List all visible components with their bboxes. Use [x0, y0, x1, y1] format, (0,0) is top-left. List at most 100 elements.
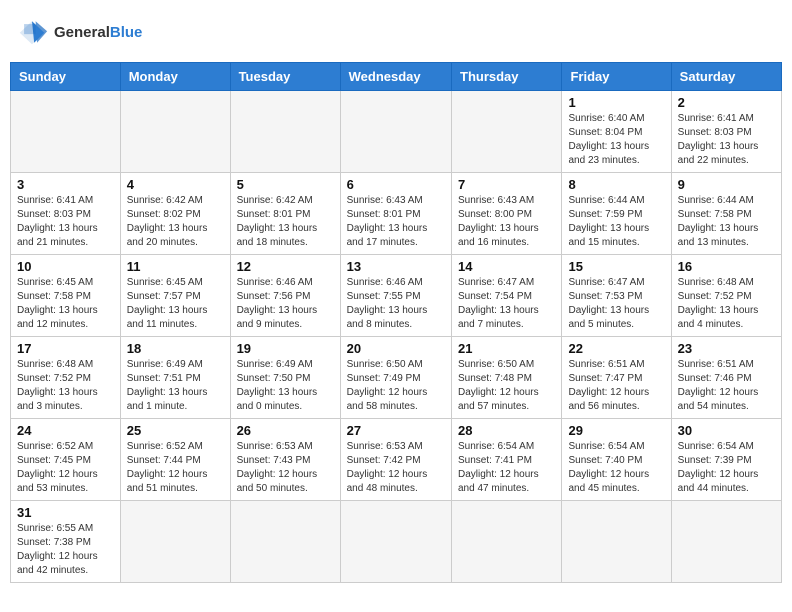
- day-info: Sunrise: 6:54 AM Sunset: 7:40 PM Dayligh…: [568, 440, 664, 496]
- calendar-week-row: 31 Sunrise: 6:55 AM Sunset: 7:38 PM Dayli…: [11, 501, 782, 583]
- day-info: Sunrise: 6:47 AM Sunset: 7:54 PM Dayligh…: [458, 276, 555, 332]
- day-info: Sunrise: 6:42 AM Sunset: 8:02 PM Dayligh…: [127, 194, 224, 250]
- calendar-cell: [230, 91, 340, 173]
- day-info: Sunrise: 6:42 AM Sunset: 8:01 PM Dayligh…: [237, 194, 334, 250]
- day-info: Sunrise: 6:53 AM Sunset: 7:43 PM Dayligh…: [237, 440, 334, 496]
- day-info: Sunrise: 6:54 AM Sunset: 7:41 PM Dayligh…: [458, 440, 555, 496]
- calendar-cell: 6Sunrise: 6:43 AM Sunset: 8:01 PM Daylig…: [340, 173, 451, 255]
- day-info: Sunrise: 6:44 AM Sunset: 7:58 PM Dayligh…: [678, 194, 775, 250]
- header-wednesday: Wednesday: [340, 63, 451, 91]
- day-number: 22: [568, 341, 664, 356]
- calendar-cell: 3Sunrise: 6:41 AM Sunset: 8:03 PM Daylig…: [11, 173, 121, 255]
- day-info: Sunrise: 6:54 AM Sunset: 7:39 PM Dayligh…: [678, 440, 775, 496]
- header: GeneralBlue: [10, 10, 782, 54]
- day-number: 9: [678, 177, 775, 192]
- day-info: Sunrise: 6:45 AM Sunset: 7:58 PM Dayligh…: [17, 276, 114, 332]
- day-info: Sunrise: 6:48 AM Sunset: 7:52 PM Dayligh…: [17, 358, 114, 414]
- header-tuesday: Tuesday: [230, 63, 340, 91]
- calendar-cell: 30 Sunrise: 6:54 AM Sunset: 7:39 PM Dayli…: [671, 419, 781, 501]
- calendar-cell: 26 Sunrise: 6:53 AM Sunset: 7:43 PM Dayli…: [230, 419, 340, 501]
- day-info: Sunrise: 6:41 AM Sunset: 8:03 PM Dayligh…: [17, 194, 114, 250]
- header-saturday: Saturday: [671, 63, 781, 91]
- calendar-table: Sunday Monday Tuesday Wednesday Thursday…: [10, 62, 782, 583]
- calendar-cell: [562, 501, 671, 583]
- day-number: 20: [347, 341, 445, 356]
- calendar-cell: 20 Sunrise: 6:50 AM Sunset: 7:49 PM Dayli…: [340, 337, 451, 419]
- header-friday: Friday: [562, 63, 671, 91]
- calendar-cell: 22 Sunrise: 6:51 AM Sunset: 7:47 PM Dayli…: [562, 337, 671, 419]
- day-number: 23: [678, 341, 775, 356]
- calendar-cell: 7Sunrise: 6:43 AM Sunset: 8:00 PM Daylig…: [452, 173, 562, 255]
- calendar-cell: 17 Sunrise: 6:48 AM Sunset: 7:52 PM Dayli…: [11, 337, 121, 419]
- calendar-cell: 11 Sunrise: 6:45 AM Sunset: 7:57 PM Dayli…: [120, 255, 230, 337]
- day-info: Sunrise: 6:45 AM Sunset: 7:57 PM Dayligh…: [127, 276, 224, 332]
- day-number: 24: [17, 423, 114, 438]
- day-number: 26: [237, 423, 334, 438]
- calendar-cell: [11, 91, 121, 173]
- day-info: Sunrise: 6:49 AM Sunset: 7:50 PM Dayligh…: [237, 358, 334, 414]
- day-number: 25: [127, 423, 224, 438]
- calendar-cell: [230, 501, 340, 583]
- day-info: Sunrise: 6:41 AM Sunset: 8:03 PM Dayligh…: [678, 112, 775, 168]
- day-info: Sunrise: 6:48 AM Sunset: 7:52 PM Dayligh…: [678, 276, 775, 332]
- calendar-cell: [120, 91, 230, 173]
- day-number: 21: [458, 341, 555, 356]
- day-number: 13: [347, 259, 445, 274]
- day-info: Sunrise: 6:44 AM Sunset: 7:59 PM Dayligh…: [568, 194, 664, 250]
- logo: GeneralBlue: [14, 18, 142, 46]
- day-number: 18: [127, 341, 224, 356]
- day-number: 2: [678, 95, 775, 110]
- logo-icon: [14, 18, 50, 46]
- day-number: 17: [17, 341, 114, 356]
- calendar-cell: 28 Sunrise: 6:54 AM Sunset: 7:41 PM Dayli…: [452, 419, 562, 501]
- day-info: Sunrise: 6:50 AM Sunset: 7:49 PM Dayligh…: [347, 358, 445, 414]
- calendar-cell: 4 Sunrise: 6:42 AM Sunset: 8:02 PM Daylig…: [120, 173, 230, 255]
- day-number: 19: [237, 341, 334, 356]
- day-number: 30: [678, 423, 775, 438]
- day-number: 5: [237, 177, 334, 192]
- calendar-cell: [452, 501, 562, 583]
- calendar-cell: [340, 501, 451, 583]
- calendar-week-row: 1Sunrise: 6:40 AM Sunset: 8:04 PM Daylig…: [11, 91, 782, 173]
- day-info: Sunrise: 6:47 AM Sunset: 7:53 PM Dayligh…: [568, 276, 664, 332]
- calendar-cell: 31 Sunrise: 6:55 AM Sunset: 7:38 PM Dayli…: [11, 501, 121, 583]
- day-number: 11: [127, 259, 224, 274]
- calendar-cell: 10 Sunrise: 6:45 AM Sunset: 7:58 PM Dayli…: [11, 255, 121, 337]
- day-info: Sunrise: 6:43 AM Sunset: 8:00 PM Dayligh…: [458, 194, 555, 250]
- day-number: 6: [347, 177, 445, 192]
- calendar-week-row: 3Sunrise: 6:41 AM Sunset: 8:03 PM Daylig…: [11, 173, 782, 255]
- calendar-cell: 25Sunrise: 6:52 AM Sunset: 7:44 PM Dayli…: [120, 419, 230, 501]
- day-number: 8: [568, 177, 664, 192]
- calendar-cell: 5 Sunrise: 6:42 AM Sunset: 8:01 PM Daylig…: [230, 173, 340, 255]
- day-number: 10: [17, 259, 114, 274]
- calendar-cell: 1Sunrise: 6:40 AM Sunset: 8:04 PM Daylig…: [562, 91, 671, 173]
- calendar-cell: 15 Sunrise: 6:47 AM Sunset: 7:53 PM Dayli…: [562, 255, 671, 337]
- day-number: 12: [237, 259, 334, 274]
- day-info: Sunrise: 6:46 AM Sunset: 7:56 PM Dayligh…: [237, 276, 334, 332]
- day-number: 27: [347, 423, 445, 438]
- header-monday: Monday: [120, 63, 230, 91]
- calendar-cell: 14Sunrise: 6:47 AM Sunset: 7:54 PM Dayli…: [452, 255, 562, 337]
- calendar-cell: 19 Sunrise: 6:49 AM Sunset: 7:50 PM Dayli…: [230, 337, 340, 419]
- day-info: Sunrise: 6:51 AM Sunset: 7:47 PM Dayligh…: [568, 358, 664, 414]
- calendar-cell: 29Sunrise: 6:54 AM Sunset: 7:40 PM Dayli…: [562, 419, 671, 501]
- calendar-cell: 23 Sunrise: 6:51 AM Sunset: 7:46 PM Dayli…: [671, 337, 781, 419]
- header-thursday: Thursday: [452, 63, 562, 91]
- logo-text: GeneralBlue: [54, 24, 142, 41]
- day-number: 4: [127, 177, 224, 192]
- calendar-cell: 24Sunrise: 6:52 AM Sunset: 7:45 PM Dayli…: [11, 419, 121, 501]
- day-number: 28: [458, 423, 555, 438]
- day-info: Sunrise: 6:55 AM Sunset: 7:38 PM Dayligh…: [17, 522, 114, 578]
- day-number: 31: [17, 505, 114, 520]
- calendar-cell: 8 Sunrise: 6:44 AM Sunset: 7:59 PM Daylig…: [562, 173, 671, 255]
- calendar-cell: 16Sunrise: 6:48 AM Sunset: 7:52 PM Dayli…: [671, 255, 781, 337]
- calendar-cell: [671, 501, 781, 583]
- day-info: Sunrise: 6:51 AM Sunset: 7:46 PM Dayligh…: [678, 358, 775, 414]
- calendar-week-row: 24Sunrise: 6:52 AM Sunset: 7:45 PM Dayli…: [11, 419, 782, 501]
- calendar-week-row: 17 Sunrise: 6:48 AM Sunset: 7:52 PM Dayli…: [11, 337, 782, 419]
- day-number: 15: [568, 259, 664, 274]
- calendar-cell: 2 Sunrise: 6:41 AM Sunset: 8:03 PM Daylig…: [671, 91, 781, 173]
- calendar-cell: 9 Sunrise: 6:44 AM Sunset: 7:58 PM Daylig…: [671, 173, 781, 255]
- calendar-cell: [120, 501, 230, 583]
- calendar-week-row: 10 Sunrise: 6:45 AM Sunset: 7:58 PM Dayli…: [11, 255, 782, 337]
